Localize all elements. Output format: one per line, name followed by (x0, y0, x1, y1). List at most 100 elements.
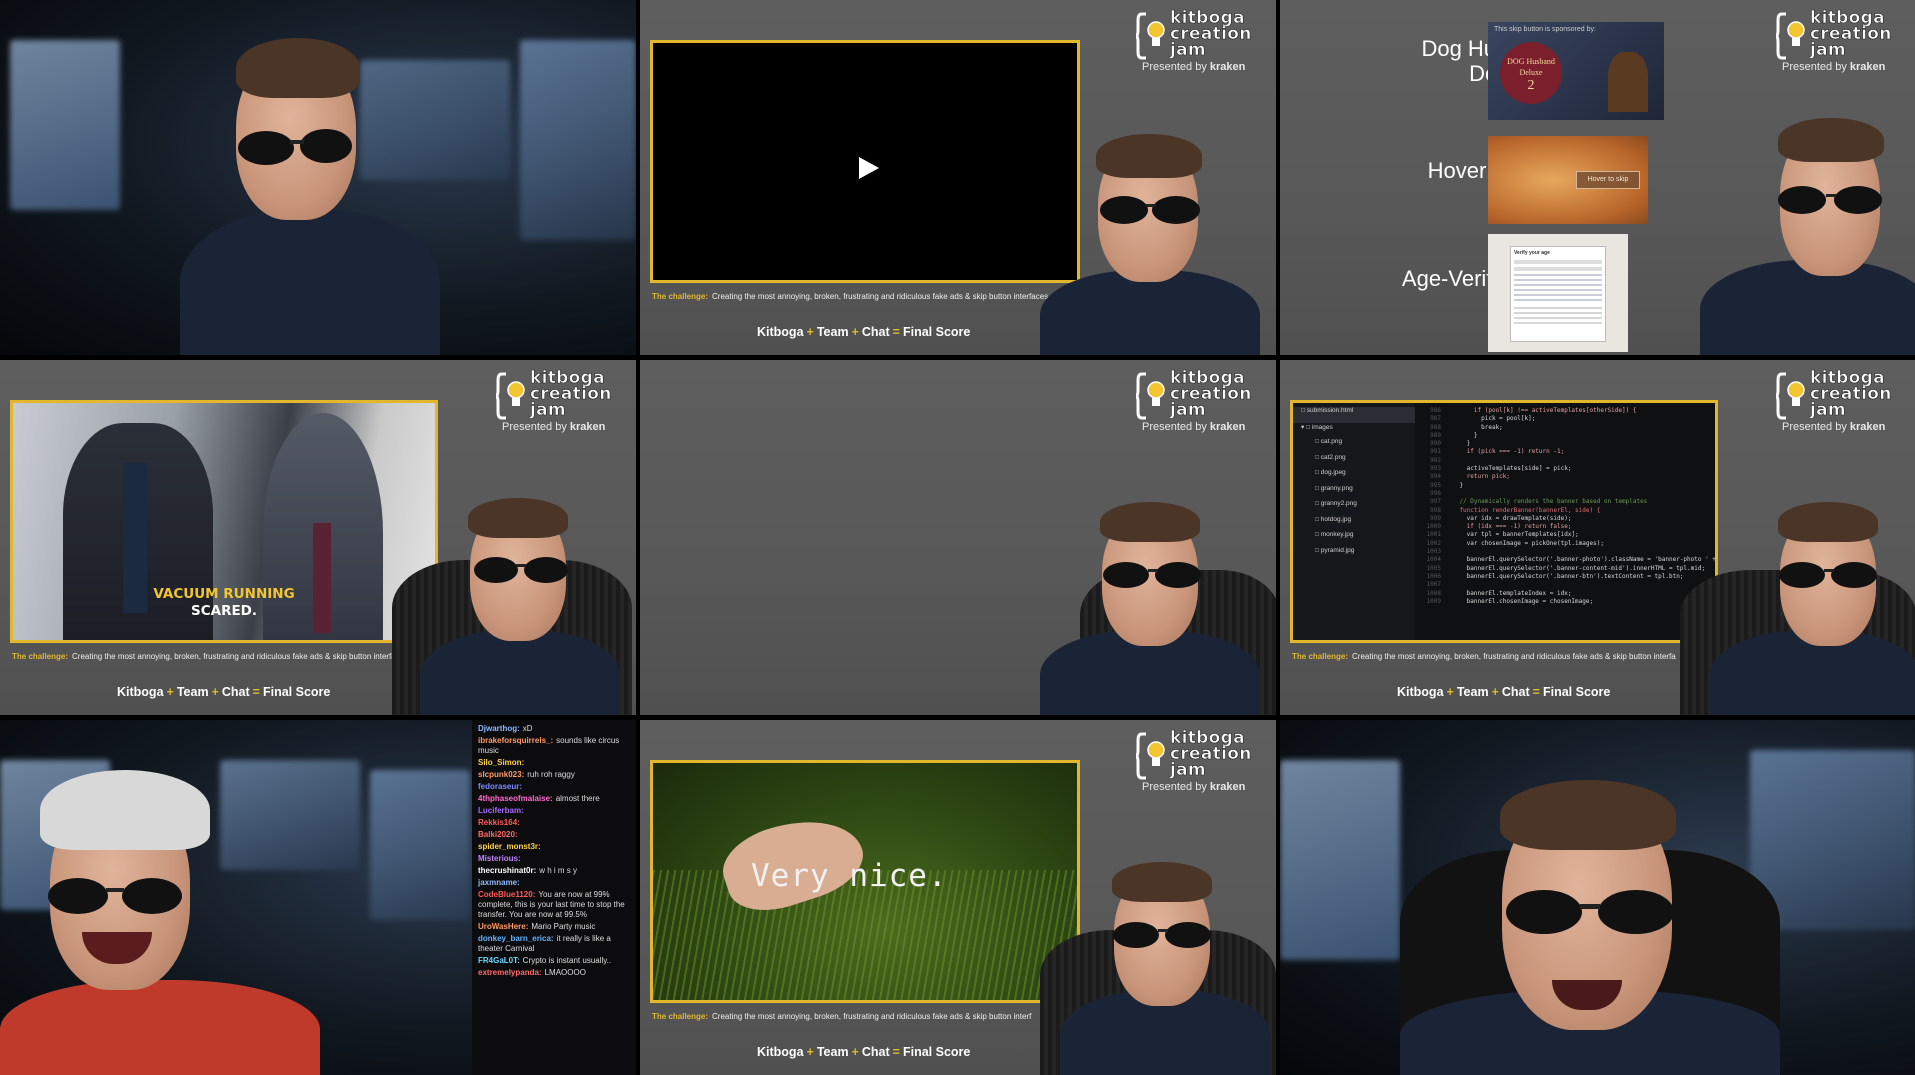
file-item[interactable]: □ hotdog.jpg (1293, 516, 1415, 532)
chat-message: CodeBlue1120: You are now at 99% complete… (478, 890, 630, 920)
file-item[interactable]: □ granny.png (1293, 485, 1415, 501)
chat-message: Rekkis164: (478, 818, 630, 828)
kitboga-creation-jam-logo: kitboga creation jam Presented by kraken (1136, 9, 1262, 74)
code-line: activeTemplates[side] = pick; (1445, 465, 1572, 473)
chat-username[interactable]: Djwarthog: (478, 724, 520, 733)
sunglasses-icon (1113, 922, 1211, 948)
line-number: 993 (1430, 465, 1441, 473)
chat-message: Silo_Simon: (478, 758, 630, 768)
sunglasses-icon (1100, 196, 1200, 224)
kitboga-creation-jam-logo: kitboga creation jam Presented by kraken (1136, 729, 1262, 794)
hover-to-skip-button[interactable]: Hover to skip (1576, 171, 1640, 189)
score-line: Kitboga + Team + Chat = Final Score (757, 325, 971, 339)
chat-message: spider_monst3r: (478, 842, 630, 852)
score-line: Kitboga + Team + Chat = Final Score (1397, 685, 1611, 699)
chat-text: LMAOOOO (544, 968, 586, 977)
line-number: 987 (1430, 415, 1441, 423)
chat-username[interactable]: Misterious: (478, 854, 521, 863)
age-verification-thumbnail[interactable]: Verify your age (1488, 234, 1628, 352)
jam-cell-1: The challenge: Creating the most annoying… (640, 0, 1276, 355)
chat-username[interactable]: donkey_barn_erica: (478, 934, 554, 943)
dog-husband-thumbnail[interactable]: This skip button is sponsored by: DOG Hu… (1488, 22, 1664, 120)
line-number: 1004 (1426, 556, 1441, 564)
chat-message: thecrushinat0r: w h i m s y (478, 866, 630, 876)
code-area[interactable]: if (pool[k] !== activeTemplates[otherSid… (1445, 407, 1715, 606)
sunglasses-icon (1506, 890, 1674, 934)
challenge-text: The challenge: Creating the most annoying… (1292, 652, 1676, 661)
code-line: bannerEl.querySelector('.banner-btn').te… (1445, 572, 1684, 580)
file-item[interactable]: □ pyramid.jpg (1293, 547, 1415, 563)
chat-text: almost there (555, 794, 600, 803)
chat-message: extremelypanda: LMAOOOO (478, 968, 630, 978)
chat-username[interactable]: extremelypanda: (478, 968, 542, 977)
chat-username[interactable]: thecrushinat0r: (478, 866, 536, 875)
challenge-text: The challenge: Creating the most annoying… (12, 652, 409, 661)
line-number: 1008 (1426, 589, 1441, 597)
chat-username[interactable]: fedoraseur: (478, 782, 522, 791)
code-line: break; (1445, 423, 1503, 431)
chat-username[interactable]: CodeBlue1120: (478, 890, 535, 899)
sunglasses-icon (48, 878, 182, 914)
kitboga-creation-jam-logo: kitboga creation jam Presented by kraken (1776, 369, 1902, 434)
webcam-chat-cell: Djwarthog: xD ibrakeforsquirrels_: sounds l… (0, 720, 636, 1075)
chat-username[interactable]: Luciferbam: (478, 806, 524, 815)
chat-username[interactable]: slcpunk023: (478, 770, 524, 779)
video-caption: Very nice. (751, 858, 948, 894)
code-line: } (1445, 440, 1471, 448)
line-number: 990 (1430, 440, 1441, 448)
chat-message: FR4GaL0T: Crypto is instant usually.. (478, 956, 630, 966)
chat-username[interactable]: jaxmname: (478, 878, 520, 887)
code-line: function renderBanner(bannerEl, side) { (1445, 506, 1601, 514)
folder-item[interactable]: ▾ □ images (1293, 423, 1415, 439)
line-number: 996 (1430, 489, 1441, 497)
video-frame[interactable]: VACUUM RUNNING SCARED. (10, 400, 438, 643)
chat-username[interactable]: Rekkis164: (478, 818, 520, 827)
chat-text: Crypto is instant usually.. (522, 956, 612, 965)
chat-message: 4thphaseofmalaise: almost there (478, 794, 630, 804)
chat-message: Djwarthog: xD (478, 724, 630, 734)
chat-username[interactable]: spider_monst3r: (478, 842, 541, 851)
file-item[interactable]: □ submission.html (1293, 407, 1415, 423)
jam-cell-2: VACUUM RUNNING SCARED. The challenge: Crea… (0, 360, 636, 715)
jam-cell-4: □ submission.html ▾ □ images □ cat.png □ ca… (1280, 360, 1915, 715)
backwards-cap (40, 770, 210, 850)
chat-message: fedoraseur: (478, 782, 630, 792)
hover-skip-thumbnail[interactable]: Hover to skip (1488, 136, 1648, 224)
sunglasses-icon (1778, 186, 1882, 214)
line-number: 1006 (1426, 572, 1441, 580)
chat-username[interactable]: 4thphaseofmalaise: (478, 794, 553, 803)
video-frame[interactable]: Very nice. (650, 760, 1080, 1003)
chat-username[interactable]: FR4GaL0T: (478, 956, 520, 965)
code-line: } (1445, 481, 1464, 489)
code-line: if (pick === -1) return -1; (1445, 448, 1565, 456)
chat-message: Misterious: (478, 854, 630, 864)
lightbulb-brace-icon (1776, 372, 1805, 420)
code-line: bannerEl.chosenImage = chosenImage; (1445, 597, 1594, 605)
play-icon[interactable] (857, 155, 881, 181)
file-item[interactable]: □ granny2.png (1293, 500, 1415, 516)
line-number: 1002 (1426, 539, 1441, 547)
file-item[interactable]: □ cat2.png (1293, 454, 1415, 470)
score-line: Kitboga + Team + Chat = Final Score (117, 685, 331, 699)
line-number: 1003 (1426, 548, 1441, 556)
line-number: 998 (1430, 506, 1441, 514)
lightbulb-brace-icon (1776, 12, 1805, 60)
chat-username[interactable]: Silo_Simon: (478, 758, 524, 767)
video-frame (650, 40, 1080, 283)
chat-username[interactable]: ibrakeforsquirrels_: (478, 736, 553, 745)
file-item[interactable]: □ dog.jpeg (1293, 469, 1415, 485)
age-verify-dialog: Verify your age (1510, 246, 1606, 342)
chat-username[interactable]: UroWasHere: (478, 922, 528, 931)
chat-username[interactable]: Balki2020: (478, 830, 518, 839)
dog-husband-poster: DOG Husband Deluxe 2 (1500, 42, 1562, 104)
chat-message: slcpunk023: ruh roh raggy (478, 770, 630, 780)
file-item[interactable]: □ monkey.jpg (1293, 531, 1415, 547)
file-item[interactable]: □ cat.png (1293, 438, 1415, 454)
chat-message: Balki2020: (478, 830, 630, 840)
challenge-text: The challenge: Creating the most annoying… (652, 292, 1051, 301)
lightbulb-brace-icon (1136, 12, 1165, 60)
kitboga-creation-jam-logo: kitboga creation jam Presented by kraken (496, 369, 622, 434)
line-number: 986 (1430, 407, 1441, 414)
twitch-chat[interactable]: Djwarthog: xD ibrakeforsquirrels_: sounds l… (472, 720, 636, 1075)
